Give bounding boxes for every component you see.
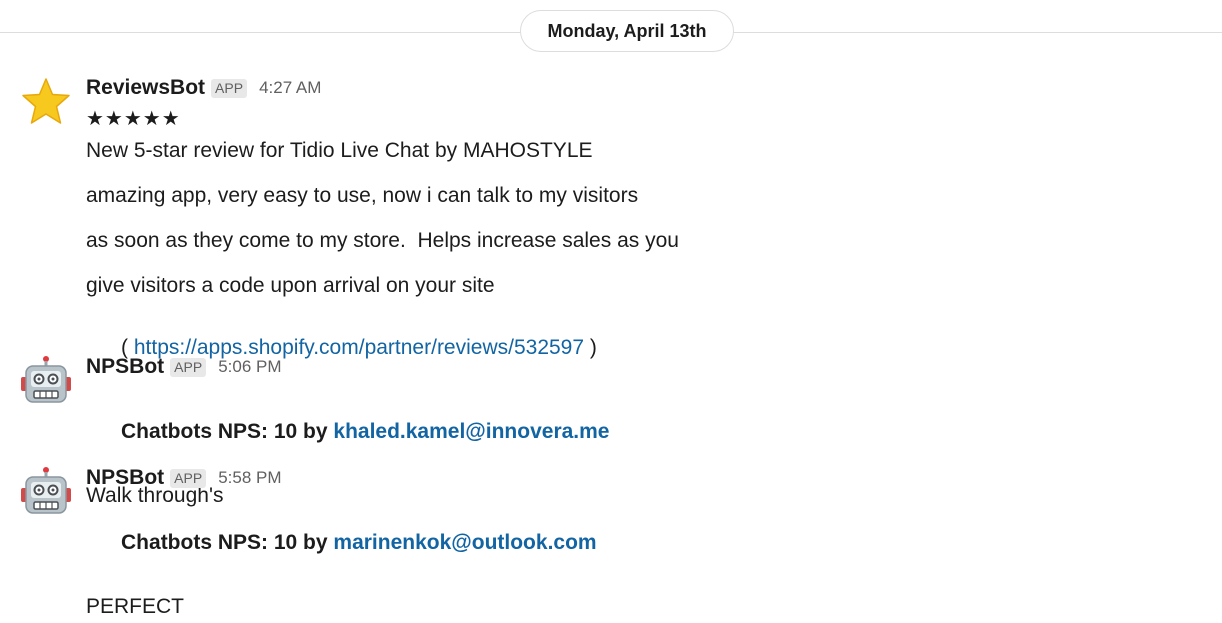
nps-title: Chatbots NPS: 10 by marinenkok@outlook.c… [86, 495, 1202, 591]
app-badge: APP [170, 468, 207, 488]
star-icon[interactable] [20, 76, 72, 128]
app-badge: APP [170, 357, 207, 377]
sender-name[interactable]: ReviewsBot [86, 76, 205, 100]
review-title: New 5-star review for Tidio Live Chat by… [86, 139, 593, 162]
timestamp[interactable]: 5:06 PM [218, 357, 281, 377]
email-link[interactable]: khaled.kamel@innovera.me [333, 420, 609, 443]
app-badge: APP [211, 78, 248, 98]
nps-title-text: Chatbots NPS: 10 by [121, 420, 334, 443]
robot-icon[interactable] [20, 355, 72, 407]
sender-name[interactable]: NPSBot [86, 466, 164, 490]
timestamp[interactable]: 4:27 AM [259, 78, 321, 98]
rating-stars: ★★★★★ [86, 108, 181, 130]
timestamp[interactable]: 5:58 PM [218, 468, 281, 488]
nps-comment: PERFECT [86, 595, 185, 618]
date-divider-label: Monday, April 13th [547, 20, 707, 41]
review-text-line: as soon as they come to my store. Helps … [86, 229, 679, 252]
review-text-line: give visitors a code upon arrival on you… [86, 274, 495, 297]
sender-name[interactable]: NPSBot [86, 355, 164, 379]
robot-icon[interactable] [20, 466, 72, 518]
nps-title-text: Chatbots NPS: 10 by [121, 531, 334, 554]
date-divider[interactable]: Monday, April 13th [520, 10, 734, 52]
review-text-line: amazing app, very easy to use, now i can… [86, 184, 639, 207]
email-link[interactable]: marinenkok@outlook.com [333, 531, 596, 554]
